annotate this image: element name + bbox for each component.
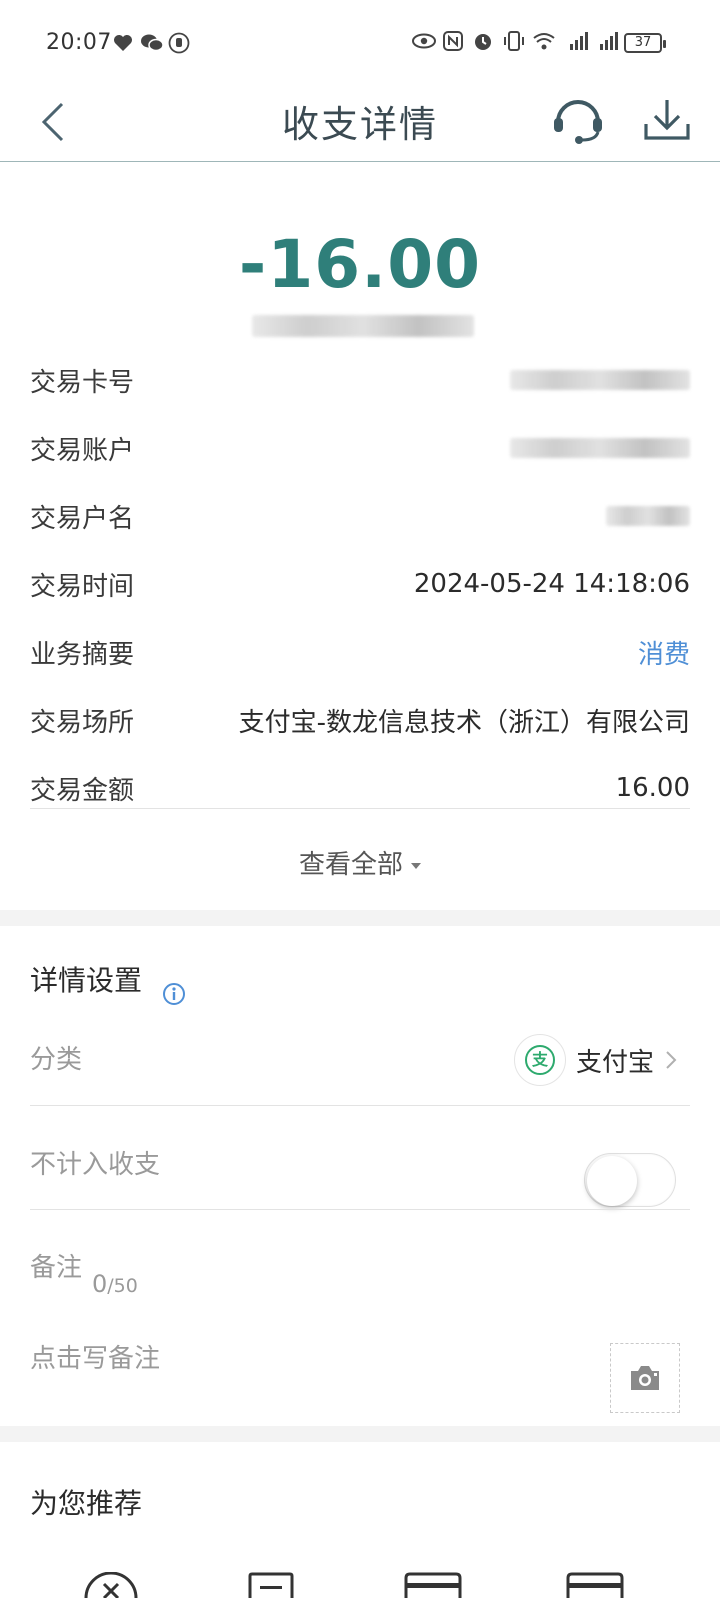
note-label: 备注: [30, 1253, 83, 1283]
toggle-knob: [587, 1156, 637, 1206]
detail-value: 16.00: [615, 773, 690, 803]
detail-label: 交易金额: [30, 775, 135, 806]
recommend-title: 为您推荐: [30, 1487, 143, 1520]
card-icon[interactable]: [404, 1572, 462, 1598]
alarm-icon: [472, 30, 496, 52]
redacted-value: [510, 370, 690, 390]
detail-row-card-number: 交易卡号: [30, 346, 690, 414]
detail-label: 交易卡号: [30, 367, 135, 398]
note-count: 0: [92, 1270, 108, 1298]
signal-5g-icon: [562, 30, 588, 52]
note-counter: 0/50: [92, 1270, 138, 1298]
system-icons: [412, 30, 618, 52]
divider: [30, 1209, 690, 1210]
redacted-value: [606, 506, 690, 526]
navigation-bar: 收支详情: [0, 88, 720, 162]
download-icon[interactable]: [642, 94, 692, 146]
divider: [30, 808, 690, 809]
detail-label: 交易时间: [30, 571, 135, 602]
detail-row-amount: 交易金额 16.00: [30, 754, 690, 822]
status-time: 20:07: [46, 30, 112, 55]
detail-label: 交易场所: [30, 707, 135, 738]
detail-label: 交易账户: [30, 435, 135, 466]
redacted-merchant-info: [252, 315, 474, 337]
eye-icon: [412, 30, 436, 52]
exclude-label: 不计入收支: [30, 1150, 161, 1180]
detail-row-time: 交易时间 2024-05-24 14:18:06: [30, 550, 690, 618]
category-selector[interactable]: 支 支付宝: [513, 1034, 678, 1086]
view-all-label: 查看全部: [298, 850, 403, 880]
chevron-right-icon: [664, 1049, 678, 1071]
alipay-icon-char: 支: [524, 1045, 555, 1075]
signal-5g-icon-2: [592, 30, 618, 52]
detail-label: 业务摘要: [30, 639, 135, 670]
transaction-amount: -16.00: [238, 226, 482, 303]
nfc-icon: [442, 30, 466, 52]
heart-shield-icon: [112, 32, 134, 54]
divider: [30, 1105, 690, 1106]
category-label: 分类: [30, 1045, 83, 1075]
page-title: 收支详情: [282, 103, 438, 146]
category-value: 支付宝: [575, 1047, 654, 1078]
view-all-button[interactable]: 查看全部: [0, 844, 720, 881]
wifi-icon: [532, 30, 556, 52]
recommend-icons: [0, 1571, 720, 1598]
detail-label: 交易户名: [30, 503, 135, 534]
wechat-icon: [140, 32, 164, 54]
camera-icon[interactable]: [610, 1343, 680, 1413]
detail-row-account-name: 交易户名: [30, 482, 690, 550]
hand-icon: [168, 32, 190, 54]
document-icon[interactable]: [248, 1572, 294, 1598]
headset-icon[interactable]: [552, 94, 604, 146]
note-input[interactable]: 点击写备注: [30, 1338, 160, 1375]
settings-title: 详情设置: [30, 964, 143, 997]
detail-row-merchant: 交易场所 支付宝-数龙信息技术（浙江）有限公司: [30, 686, 690, 754]
status-bar: 20:07 37: [0, 0, 720, 88]
note-max: /50: [107, 1275, 138, 1297]
card-icon-2[interactable]: [566, 1572, 624, 1598]
battery-indicator: 37: [624, 33, 666, 53]
section-divider: [0, 910, 720, 926]
info-icon[interactable]: [162, 982, 186, 1006]
vibrate-icon: [502, 30, 526, 52]
caret-down-icon: [411, 862, 421, 869]
detail-value: 2024-05-24 14:18:06: [413, 569, 690, 599]
exclude-toggle[interactable]: [584, 1153, 676, 1207]
section-divider: [0, 1426, 720, 1442]
cancel-circle-icon[interactable]: [84, 1571, 138, 1598]
detail-row-summary: 业务摘要 消费: [30, 618, 690, 686]
summary-link[interactable]: 消费: [638, 634, 690, 671]
notification-icons: [112, 32, 190, 54]
detail-value: 支付宝-数龙信息技术（浙江）有限公司: [238, 707, 690, 738]
transaction-details: 交易卡号 交易账户 交易户名 交易时间 2024-05-24 14:18:06 …: [30, 346, 690, 822]
detail-row-account: 交易账户: [30, 414, 690, 482]
redacted-value: [510, 438, 690, 458]
alipay-category-icon: 支: [513, 1034, 566, 1086]
